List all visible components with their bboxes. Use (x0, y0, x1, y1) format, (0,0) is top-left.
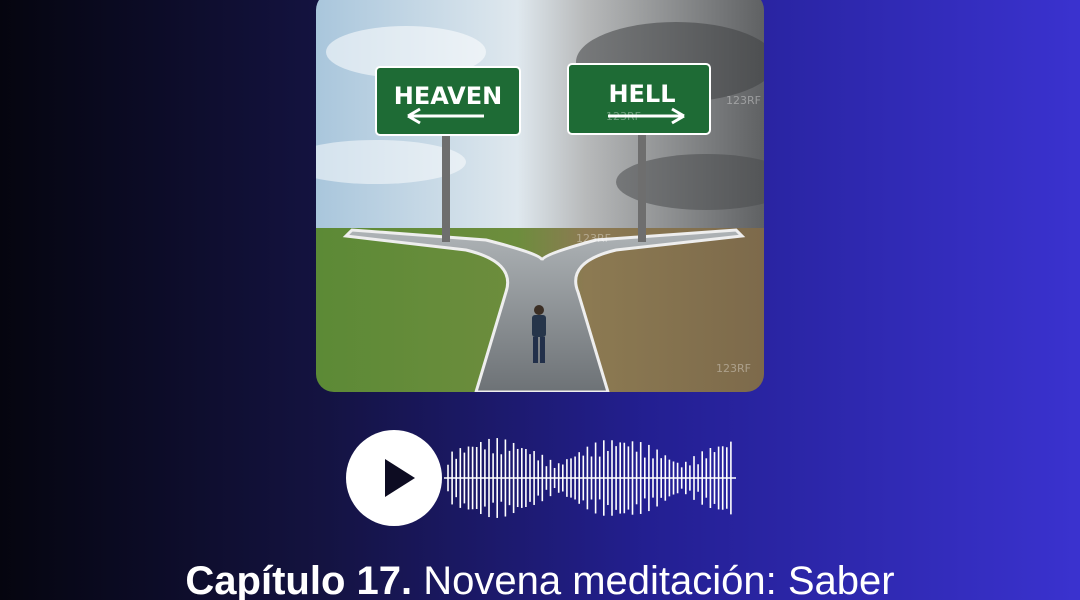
play-button[interactable] (346, 430, 442, 526)
episode-name: Novena meditación: Saber (423, 559, 895, 600)
cover-artwork: HEAVEN HELL 123RF 123RF 123RF 123RF (316, 0, 764, 392)
episode-title: Capítulo 17. Novena meditación: Saber (0, 556, 1080, 600)
watermark: 123RF (716, 362, 751, 375)
watermark: 123RF (726, 94, 761, 107)
audio-waveform-icon (444, 438, 736, 518)
watermark: 123RF (606, 110, 641, 123)
watermark: 123RF (576, 232, 611, 245)
heaven-sign-label: HEAVEN (394, 82, 502, 110)
audio-player (346, 430, 746, 530)
play-icon (385, 459, 415, 497)
chapter-label: Capítulo 17. (185, 559, 413, 600)
hell-sign-label: HELL (608, 80, 675, 108)
